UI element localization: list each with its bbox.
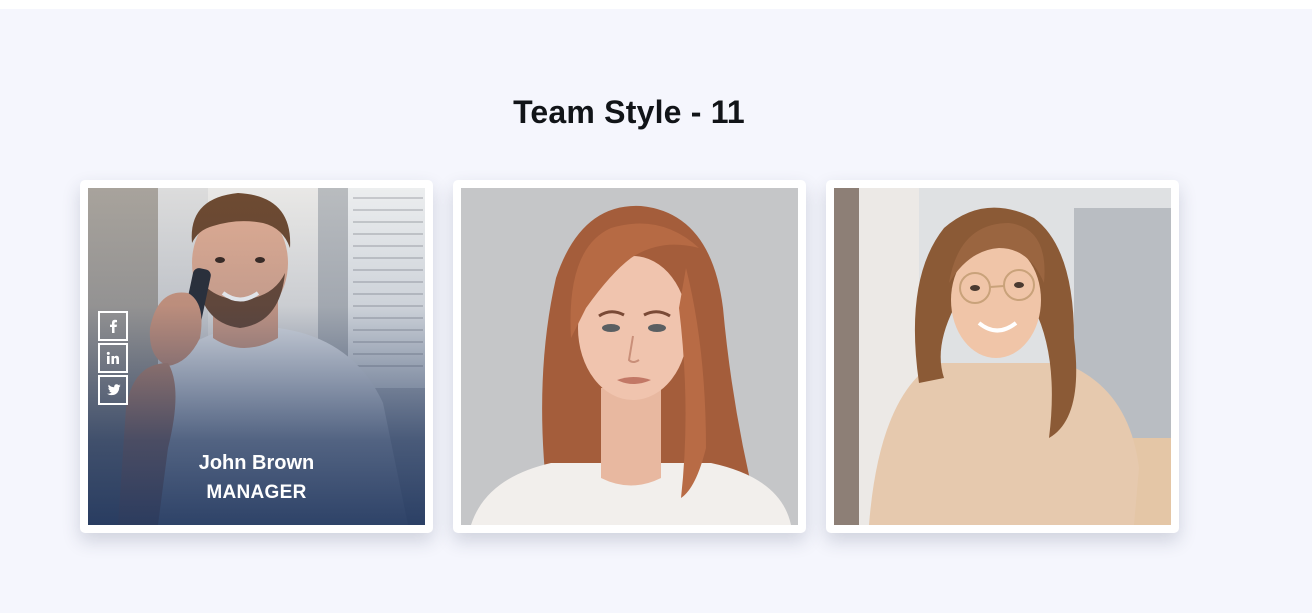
social-links [98, 311, 128, 407]
top-strip [0, 0, 1312, 9]
linkedin-icon[interactable] [98, 343, 128, 373]
team-section: Team Style - 11 John Brown MANAGER [0, 9, 1312, 613]
team-card[interactable] [826, 180, 1179, 533]
member-photo [461, 188, 798, 525]
facebook-icon[interactable] [98, 311, 128, 341]
twitter-icon[interactable] [98, 375, 128, 405]
member-photo [834, 188, 1171, 525]
team-card[interactable] [453, 180, 806, 533]
woman-red-hair-photo [461, 188, 798, 525]
section-title: Team Style - 11 [513, 94, 745, 130]
team-card[interactable]: John Brown MANAGER [80, 180, 433, 533]
member-role: MANAGER [206, 482, 307, 503]
member-name: John Brown [198, 452, 315, 474]
woman-glasses-photo [834, 188, 1171, 525]
member-photo: John Brown MANAGER [88, 188, 425, 525]
